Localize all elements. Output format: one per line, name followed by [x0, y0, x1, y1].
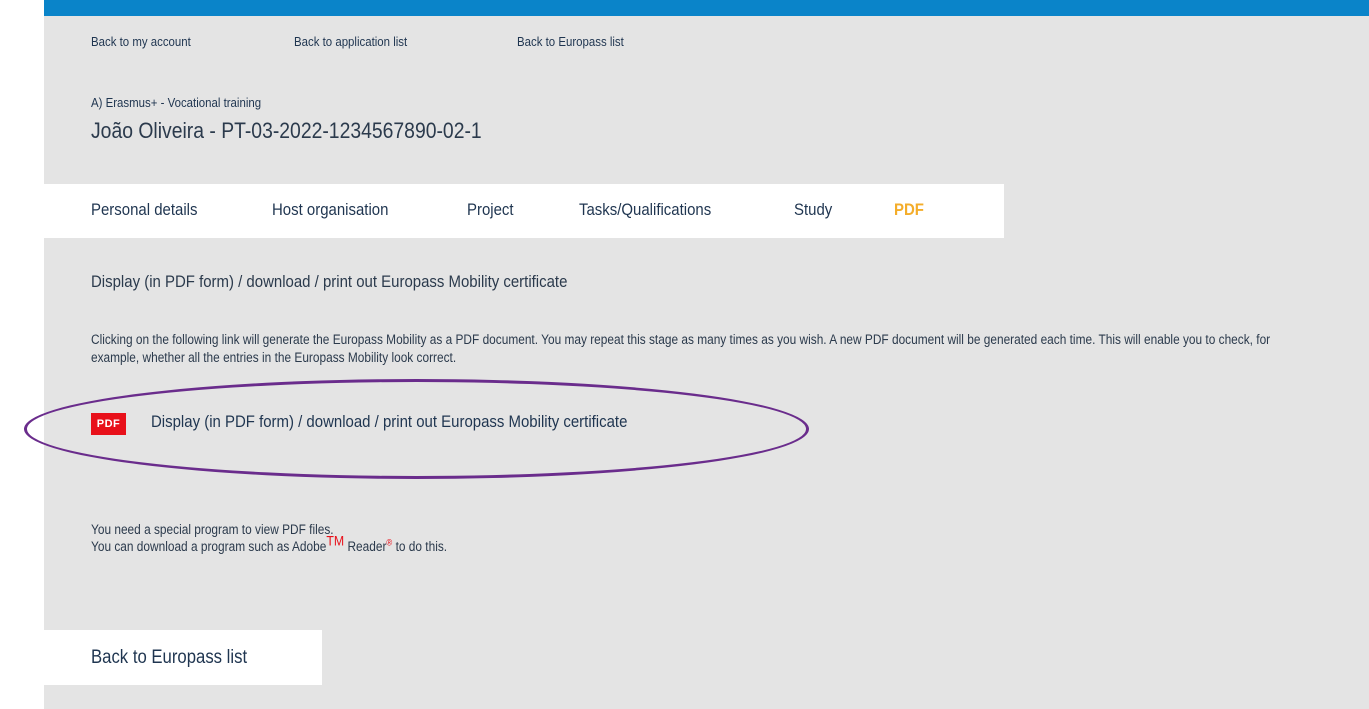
tab-tasks-qualifications[interactable]: Tasks/Qualifications — [579, 200, 711, 220]
info-text: Clicking on the following link will gene… — [91, 332, 1271, 365]
tab-study[interactable]: Study — [794, 200, 832, 220]
back-to-application-list-link[interactable]: Back to application list — [294, 34, 407, 49]
footer-back-to-europass-link[interactable]: Back to Europass list — [91, 647, 247, 669]
note-line-1: You need a special program to view PDF f… — [91, 522, 334, 537]
tab-project[interactable]: Project — [467, 200, 514, 220]
record-title: João Oliveira - PT-03-2022-1234567890-02… — [91, 118, 482, 143]
tab-personal-details[interactable]: Personal details — [91, 200, 197, 220]
top-accent-bar — [44, 0, 1369, 16]
program-label: A) Erasmus+ - Vocational training — [91, 95, 262, 110]
main-panel: Back to my account Back to application l… — [24, 16, 1369, 709]
back-to-account-link[interactable]: Back to my account — [91, 34, 191, 49]
tab-host-organisation[interactable]: Host organisation — [272, 200, 388, 220]
trademark-mark: TM — [326, 532, 345, 549]
pdf-icon[interactable]: PDF — [91, 413, 126, 435]
display-pdf-link[interactable]: Display (in PDF form) / download / print… — [151, 412, 627, 432]
note-line-2: You can download a program such as Adobe… — [91, 534, 448, 555]
note-text-b: Reader — [344, 539, 387, 554]
tab-pdf[interactable]: PDF — [894, 200, 924, 220]
footer-back-box: Back to Europass list — [44, 630, 322, 685]
tab-bar: Personal details Host organisation Proje… — [44, 184, 1004, 238]
note-text-a: You can download a program such as Adobe — [91, 539, 327, 554]
note-text-c: to do this. — [392, 539, 448, 554]
pdf-reader-note: You need a special program to view PDF f… — [91, 521, 447, 555]
section-heading: Display (in PDF form) / download / print… — [91, 272, 568, 291]
back-to-europass-list-link[interactable]: Back to Europass list — [517, 34, 624, 49]
